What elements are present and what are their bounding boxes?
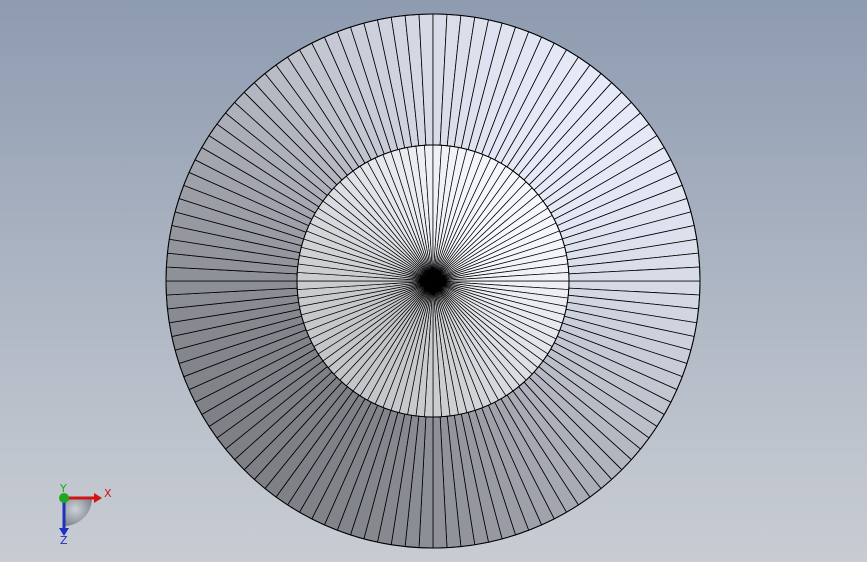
y-axis-label: Y [59, 482, 67, 495]
coordinate-triad: X Z Y [59, 482, 112, 547]
model-disc[interactable] [165, 13, 701, 549]
z-axis-label: Z [60, 534, 68, 547]
triad-shadow-icon [64, 498, 92, 526]
x-axis-label: X [104, 487, 112, 500]
graphics-viewport[interactable] [0, 0, 867, 562]
x-arrow-icon [94, 493, 102, 503]
